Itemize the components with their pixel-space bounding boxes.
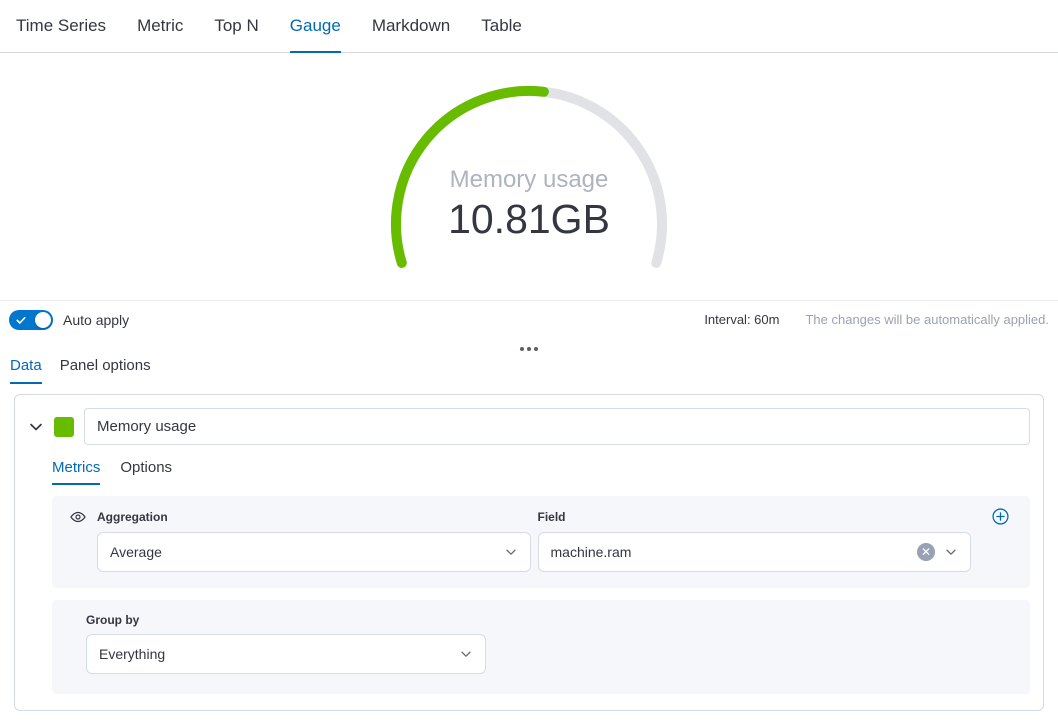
tab-metric[interactable]: Metric [137, 0, 183, 53]
auto-apply-label: Auto apply [63, 312, 129, 328]
tab-metrics[interactable]: Metrics [52, 459, 100, 485]
toggle-thumb [35, 312, 51, 328]
field-combobox[interactable]: machine.ram ✕ [538, 532, 972, 572]
tab-top-n[interactable]: Top N [214, 0, 258, 53]
eye-icon[interactable] [66, 509, 90, 525]
aggregation-value: Average [110, 544, 162, 560]
tab-gauge[interactable]: Gauge [290, 0, 341, 53]
editor-tabbar: Data Panel options [0, 357, 1058, 384]
field-label: Field [538, 510, 972, 524]
series-panel: Metrics Options Aggregation Field Averag… [14, 394, 1044, 711]
series-name-input[interactable] [84, 408, 1030, 445]
chevron-down-icon [504, 545, 518, 559]
group-by-select[interactable]: Everything [86, 634, 486, 674]
group-by-label: Group by [86, 613, 1014, 627]
gauge-preview: Memory usage 10.81GB [0, 53, 1058, 300]
series-color-swatch[interactable] [54, 417, 74, 437]
gauge-value: 10.81GB [384, 195, 674, 243]
aggregation-label: Aggregation [97, 510, 531, 524]
group-by-value: Everything [99, 646, 165, 662]
auto-apply-toggle[interactable] [9, 310, 53, 330]
chevron-down-icon[interactable] [28, 419, 44, 435]
interval-value: Interval: 60m [704, 312, 779, 327]
clear-field-icon[interactable]: ✕ [917, 543, 935, 561]
add-metric-icon[interactable] [992, 508, 1009, 525]
chevron-down-icon [459, 647, 473, 661]
auto-apply-hint: The changes will be automatically applie… [805, 312, 1049, 327]
auto-apply-bar: Auto apply Interval: 60m The changes wil… [0, 300, 1058, 338]
tab-table[interactable]: Table [481, 0, 522, 53]
tab-time-series[interactable]: Time Series [16, 0, 106, 53]
visualization-type-tabbar: Time Series Metric Top N Gauge Markdown … [0, 0, 1058, 53]
more-options-icon[interactable] [514, 343, 544, 355]
series-tabbar: Metrics Options [52, 459, 1030, 485]
tab-options[interactable]: Options [120, 459, 172, 485]
resize-row [0, 338, 1058, 357]
aggregation-section: Aggregation Field Average machine.ram [52, 496, 1030, 588]
tab-panel-options[interactable]: Panel options [60, 357, 151, 384]
group-by-section: Group by Everything [52, 600, 1030, 694]
field-value: machine.ram [551, 544, 632, 560]
aggregation-select[interactable]: Average [97, 532, 531, 572]
tab-data[interactable]: Data [10, 357, 42, 384]
gauge-series-label: Memory usage [384, 165, 674, 195]
check-icon [15, 314, 27, 326]
tab-markdown[interactable]: Markdown [372, 0, 450, 53]
chevron-down-icon [944, 545, 958, 559]
gauge-chart: Memory usage 10.81GB [384, 79, 674, 275]
